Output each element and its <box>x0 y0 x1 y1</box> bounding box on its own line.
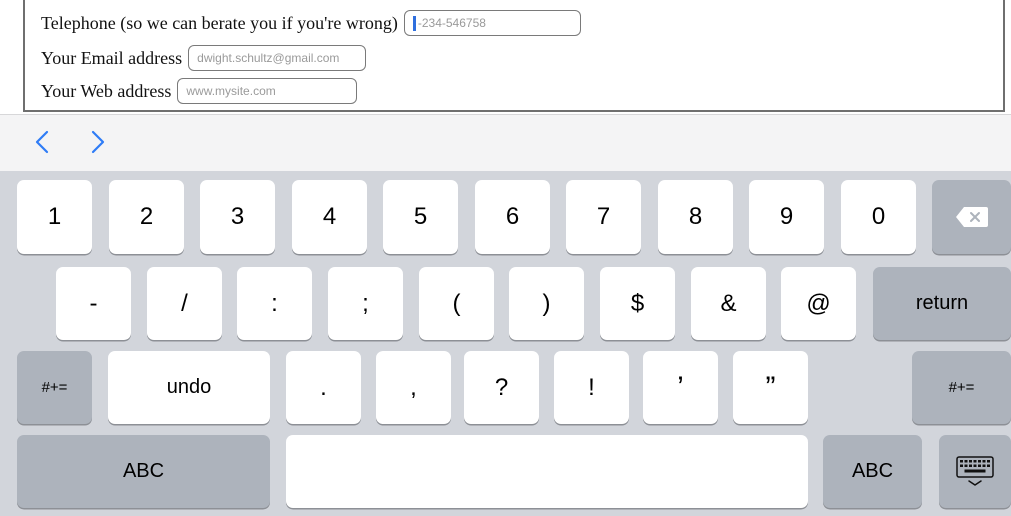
key-semicolon[interactable]: ; <box>328 267 403 340</box>
telephone-placeholder: -234-546758 <box>417 16 486 30</box>
undo-key[interactable]: undo <box>108 351 270 424</box>
key-8[interactable]: 8 <box>658 180 733 254</box>
key-9[interactable]: 9 <box>749 180 824 254</box>
key-at[interactable]: @ <box>781 267 856 340</box>
abc-key-right[interactable]: ABC <box>823 435 922 508</box>
keyboard-dismiss-icon <box>956 455 994 486</box>
web-address-placeholder: www.mysite.com <box>186 84 276 98</box>
web-address-label: Your Web address <box>41 80 172 101</box>
key-question[interactable]: ? <box>464 351 539 424</box>
keyboard-accessory-bar <box>0 114 1011 171</box>
space-key[interactable] <box>286 435 808 508</box>
key-open-paren[interactable]: ( <box>419 267 494 340</box>
key-ampersand[interactable]: & <box>691 267 766 340</box>
key-5[interactable]: 5 <box>383 180 458 254</box>
telephone-input[interactable]: -234-546758 <box>403 10 581 36</box>
web-address-row: Your Web address www.mysite.com <box>41 78 358 104</box>
key-4[interactable]: 4 <box>292 180 367 254</box>
telephone-label: Telephone (so we can berate you if you'r… <box>41 12 398 33</box>
key-exclamation[interactable]: ! <box>554 351 629 424</box>
key-hyphen[interactable]: - <box>56 267 131 340</box>
shift-symbols-key-left[interactable]: #+= <box>17 351 92 424</box>
key-apostrophe[interactable]: ’ <box>643 351 718 424</box>
dismiss-keyboard-key[interactable] <box>939 435 1011 508</box>
web-address-input[interactable]: www.mysite.com <box>177 78 358 104</box>
email-placeholder: dwight.schultz@gmail.com <box>197 51 340 65</box>
key-period[interactable]: . <box>286 351 361 424</box>
chevron-left-icon[interactable] <box>28 127 58 157</box>
key-comma[interactable]: , <box>376 351 451 424</box>
shift-symbols-key-right[interactable]: #+= <box>912 351 1011 424</box>
key-colon[interactable]: : <box>237 267 312 340</box>
backspace-icon <box>955 207 988 227</box>
key-1[interactable]: 1 <box>17 180 92 254</box>
email-label: Your Email address <box>41 47 183 68</box>
telephone-row: Telephone (so we can berate you if you'r… <box>41 10 581 36</box>
backspace-key[interactable] <box>932 180 1011 254</box>
key-7[interactable]: 7 <box>566 180 641 254</box>
abc-key-left[interactable]: ABC <box>17 435 270 508</box>
key-dollar[interactable]: $ <box>600 267 675 340</box>
key-0[interactable]: 0 <box>841 180 916 254</box>
email-input[interactable]: dwight.schultz@gmail.com <box>188 45 367 71</box>
key-6[interactable]: 6 <box>475 180 550 254</box>
key-quote[interactable]: ” <box>733 351 808 424</box>
return-key[interactable]: return <box>873 267 1011 340</box>
key-3[interactable]: 3 <box>200 180 275 254</box>
web-form: Telephone (so we can berate you if you'r… <box>0 0 1011 114</box>
text-cursor <box>412 15 416 31</box>
key-2[interactable]: 2 <box>109 180 184 254</box>
email-row: Your Email address dwight.schultz@gmail.… <box>41 45 367 71</box>
chevron-right-icon[interactable] <box>82 127 112 157</box>
on-screen-keyboard: 1 2 3 4 5 6 7 8 9 0 - / : ; ( ) $ & @ re… <box>0 171 1011 516</box>
key-slash[interactable]: / <box>147 267 222 340</box>
key-close-paren[interactable]: ) <box>509 267 584 340</box>
